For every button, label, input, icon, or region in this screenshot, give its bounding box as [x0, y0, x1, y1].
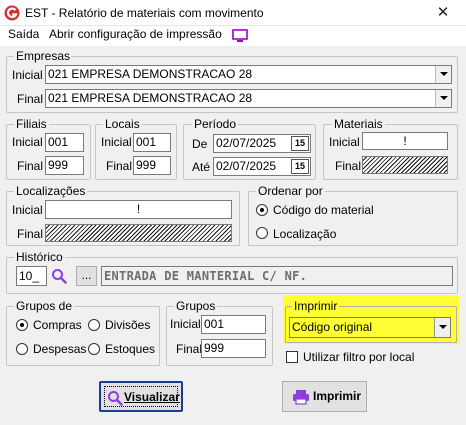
empresa-final-value: 021 EMPRESA DEMONSTRACAO 28 [48, 91, 253, 105]
filial-initial-input[interactable]: 001 [45, 133, 84, 152]
close-button[interactable]: ✕ [420, 0, 466, 26]
localizacoes-legend: Localizações [14, 184, 88, 198]
filiais-legend: Filiais [14, 117, 49, 131]
materiais-final-label: Final [335, 159, 362, 173]
imprimir-combo[interactable]: Código original [289, 317, 451, 338]
radio-divisoes-label[interactable]: Divisões [105, 317, 150, 333]
filial-final-input[interactable]: 999 [45, 156, 84, 175]
radio-localizacao-label[interactable]: Localização [273, 226, 336, 242]
calendar-icon[interactable]: 15 [291, 136, 309, 151]
historico-legend: Histórico [14, 250, 65, 264]
radio-codigo-material-label[interactable]: Código do material [273, 202, 374, 218]
periodo-from-label: De [192, 137, 208, 151]
empresas-final-label: Final [17, 92, 44, 106]
grupos-final-label: Final [176, 342, 203, 356]
empresa-initial-value: 021 EMPRESA DEMONSTRACAO 28 [48, 67, 253, 81]
imprimir-button[interactable]: Imprimir [282, 381, 367, 412]
empresa-initial-combo[interactable]: 021 EMPRESA DEMONSTRACAO 28 [45, 65, 452, 84]
date-from-input[interactable]: 02/07/2025 15 [213, 134, 311, 153]
ordenar-legend: Ordenar por [256, 184, 325, 198]
radio-codigo-material[interactable] [256, 204, 268, 216]
radio-localizacao[interactable] [256, 227, 268, 239]
radio-compras[interactable] [16, 319, 28, 331]
historico-code-input[interactable]: 10_ [16, 266, 47, 286]
materiais-initial-label: Inicial [329, 135, 360, 149]
visualizar-button[interactable]: Visualizar [99, 381, 183, 412]
material-final-input[interactable] [362, 156, 448, 174]
empresas-initial-label: Inicial [12, 68, 43, 82]
filiais-final-label: Final [17, 159, 44, 173]
search-icon[interactable] [51, 268, 67, 284]
localizacao-initial-input[interactable]: ! [45, 200, 232, 219]
localizacoes-initial-label: Inicial [12, 203, 43, 217]
locais-initial-label: Inicial [101, 135, 132, 149]
grupos-initial-label: Inicial [170, 317, 201, 331]
printer-icon [292, 389, 310, 405]
historico-description: ENTRADA DE MANTERIAL C/ NF. [101, 266, 453, 286]
locais-legend: Locais [103, 117, 142, 131]
magnifier-icon [107, 390, 123, 406]
localizacoes-final-label: Final [17, 227, 44, 241]
empresa-initial-dropdown-button[interactable] [435, 66, 451, 83]
empresa-final-combo[interactable]: 021 EMPRESA DEMONSTRACAO 28 [45, 89, 452, 108]
local-initial-input[interactable]: 001 [133, 133, 171, 152]
radio-despesas[interactable] [16, 343, 28, 355]
menu-print-config[interactable]: Abrir configuração de impressão [49, 27, 222, 41]
chevron-down-icon [440, 96, 448, 100]
materiais-legend: Materiais [332, 117, 385, 131]
radio-estoques-label[interactable]: Estoques [105, 341, 155, 357]
grupos-legend: Grupos [174, 299, 218, 313]
material-initial-input[interactable]: ! [362, 132, 448, 150]
calendar-icon[interactable]: 15 [291, 159, 309, 174]
localizacao-final-input[interactable] [45, 224, 232, 242]
monitor-icon[interactable] [232, 29, 248, 43]
grupos-de-group [6, 306, 160, 366]
visualizar-label: Visualizar [124, 390, 180, 404]
periodo-to-label: Até [192, 160, 211, 174]
imprimir-value: Código original [292, 320, 373, 334]
imprimir-label: Imprimir [313, 389, 362, 403]
local-final-input[interactable]: 999 [133, 156, 171, 175]
empresa-final-dropdown-button[interactable] [435, 90, 451, 107]
grupo-final-input[interactable]: 999 [201, 339, 266, 358]
date-to-value: 02/07/2025 [216, 159, 277, 173]
imprimir-legend: Imprimir [292, 299, 340, 313]
app-logo-icon [4, 5, 20, 21]
window-title: EST - Relatório de materiais com movimen… [25, 6, 264, 20]
historico-browse-button[interactable]: ... [76, 266, 97, 286]
filiais-initial-label: Inicial [12, 135, 43, 149]
chevron-down-icon [440, 72, 448, 76]
locais-final-label: Final [106, 159, 133, 173]
periodo-legend: Período [192, 117, 239, 131]
empresas-legend: Empresas [14, 49, 73, 63]
grupos-de-legend: Grupos de [14, 299, 75, 313]
menu-exit[interactable]: Saída [8, 27, 39, 41]
chevron-down-icon [439, 325, 447, 329]
radio-compras-label[interactable]: Compras [33, 317, 82, 333]
imprimir-dropdown-button[interactable] [434, 318, 450, 337]
date-to-input[interactable]: 02/07/2025 15 [213, 157, 311, 176]
filter-local-label[interactable]: Utilizar filtro por local [303, 349, 414, 365]
filter-local-checkbox[interactable] [286, 351, 298, 363]
radio-divisoes[interactable] [88, 319, 100, 331]
radio-despesas-label[interactable]: Despesas [33, 341, 86, 357]
radio-estoques[interactable] [88, 343, 100, 355]
date-from-value: 02/07/2025 [216, 136, 277, 150]
grupo-initial-input[interactable]: 001 [201, 315, 266, 334]
